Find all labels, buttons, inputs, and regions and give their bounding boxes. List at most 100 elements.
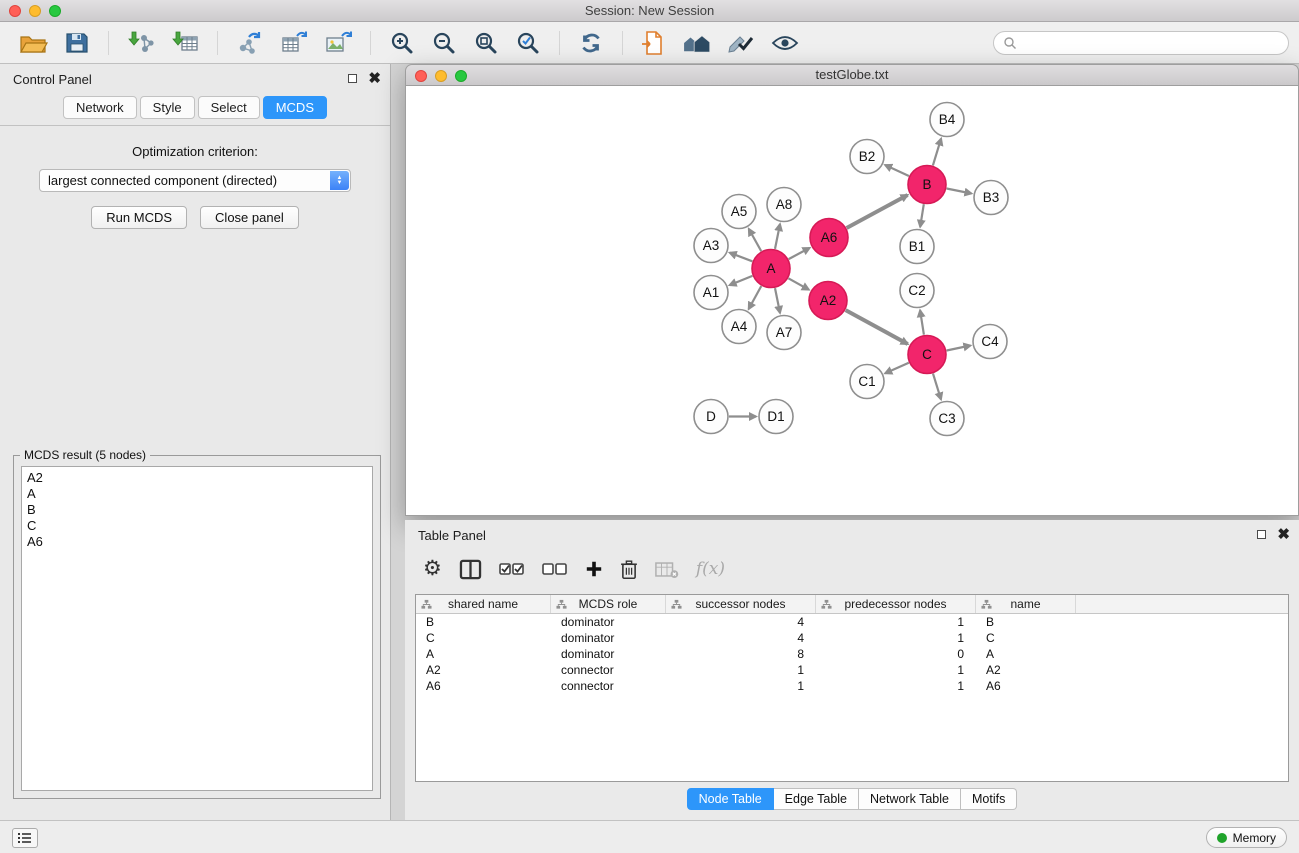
- node-A[interactable]: A: [752, 250, 790, 288]
- node-C1[interactable]: C1: [850, 365, 884, 399]
- mcds-result-item[interactable]: A: [27, 486, 367, 502]
- apply-layout-button[interactable]: [574, 26, 608, 60]
- node-B4[interactable]: B4: [930, 103, 964, 137]
- memory-button[interactable]: Memory: [1206, 827, 1287, 848]
- select-all-button[interactable]: [499, 562, 525, 576]
- node-C4[interactable]: C4: [973, 325, 1007, 359]
- tab-select[interactable]: Select: [198, 96, 260, 119]
- network-close-button[interactable]: [415, 70, 427, 82]
- node-B3[interactable]: B3: [974, 181, 1008, 215]
- node-A8[interactable]: A8: [767, 188, 801, 222]
- column-header-successor-nodes[interactable]: successor nodes: [666, 595, 816, 613]
- network-minimize-button[interactable]: [435, 70, 447, 82]
- save-session-button[interactable]: [60, 26, 94, 60]
- edge-B-B4[interactable]: [933, 139, 941, 166]
- delete-table-button[interactable]: [655, 560, 679, 579]
- open-document-button[interactable]: [637, 26, 669, 60]
- edge-A-A5[interactable]: [749, 229, 761, 251]
- node-B2[interactable]: B2: [850, 140, 884, 174]
- zoom-fit-button[interactable]: [469, 26, 503, 60]
- import-network-button[interactable]: [123, 26, 159, 60]
- edge-C-C1[interactable]: [885, 363, 909, 374]
- node-B[interactable]: B: [908, 166, 946, 204]
- edge-A-A1[interactable]: [730, 276, 753, 285]
- edge-B-B3[interactable]: [947, 189, 972, 194]
- tab-network-table[interactable]: Network Table: [859, 788, 961, 810]
- table-row[interactable]: Bdominator41B: [416, 614, 1288, 630]
- network-canvas[interactable]: AA1A2A3A4A5A6A7A8BB1B2B3B4CC1C2C3C4DD1: [405, 86, 1299, 516]
- edge-C-C2[interactable]: [920, 310, 924, 334]
- edge-B-B1[interactable]: [920, 204, 924, 227]
- add-column-button[interactable]: [585, 560, 603, 578]
- network-window-titlebar[interactable]: testGlobe.txt: [405, 64, 1299, 86]
- column-header-mcds-role[interactable]: MCDS role: [551, 595, 666, 613]
- edge-A-A6[interactable]: [789, 248, 810, 259]
- close-table-panel-icon[interactable]: ✖: [1277, 529, 1290, 540]
- tab-motifs[interactable]: Motifs: [961, 788, 1017, 810]
- node-A6[interactable]: A6: [810, 219, 848, 257]
- edge-A2-C[interactable]: [846, 310, 908, 344]
- show-graphics-details-button[interactable]: [767, 26, 803, 60]
- tab-network[interactable]: Network: [63, 96, 137, 119]
- validate-style-button[interactable]: [723, 26, 759, 60]
- mcds-result-item[interactable]: A6: [27, 534, 367, 550]
- zoom-selected-button[interactable]: [511, 26, 545, 60]
- function-builder-button[interactable]: f(x): [696, 559, 725, 579]
- tab-node-table[interactable]: Node Table: [687, 788, 774, 810]
- edge-A-A2[interactable]: [788, 278, 808, 289]
- deselect-all-button[interactable]: [542, 562, 568, 576]
- node-A1[interactable]: A1: [694, 276, 728, 310]
- criterion-dropdown[interactable]: largest connected component (directed) ▲…: [39, 169, 351, 192]
- node-C2[interactable]: C2: [900, 274, 934, 308]
- export-table-button[interactable]: [276, 26, 312, 60]
- show-columns-button[interactable]: [459, 559, 482, 580]
- table-row[interactable]: A2connector11A2: [416, 662, 1288, 678]
- column-header-shared-name[interactable]: shared name: [416, 595, 551, 613]
- close-panel-button[interactable]: Close panel: [200, 206, 299, 229]
- network-overview-button[interactable]: [677, 26, 715, 60]
- float-table-panel-icon[interactable]: [1257, 530, 1266, 539]
- close-panel-icon[interactable]: ✖: [368, 73, 381, 84]
- node-B1[interactable]: B1: [900, 230, 934, 264]
- edge-C-C4[interactable]: [947, 346, 971, 351]
- mcds-result-item[interactable]: A2: [27, 470, 367, 486]
- search-input[interactable]: [1022, 36, 1279, 50]
- network-zoom-button[interactable]: [455, 70, 467, 82]
- delete-column-button[interactable]: [620, 559, 638, 580]
- run-mcds-button[interactable]: Run MCDS: [91, 206, 187, 229]
- edge-A-A8[interactable]: [775, 224, 780, 249]
- node-C[interactable]: C: [908, 336, 946, 374]
- minimize-window-button[interactable]: [29, 5, 41, 17]
- node-D1[interactable]: D1: [759, 400, 793, 434]
- node-A3[interactable]: A3: [694, 229, 728, 263]
- export-image-button[interactable]: [320, 26, 356, 60]
- search-box[interactable]: [993, 31, 1289, 55]
- column-header-name[interactable]: name: [976, 595, 1076, 613]
- open-session-button[interactable]: [14, 26, 52, 60]
- table-row[interactable]: Adominator80A: [416, 646, 1288, 662]
- node-A4[interactable]: A4: [722, 310, 756, 344]
- edge-A-A7[interactable]: [775, 288, 780, 313]
- node-A7[interactable]: A7: [767, 316, 801, 350]
- mcds-result-list[interactable]: A2ABCA6: [21, 466, 373, 791]
- edge-B-B2[interactable]: [885, 165, 909, 176]
- column-header-predecessor-nodes[interactable]: predecessor nodes: [816, 595, 976, 613]
- node-A2[interactable]: A2: [809, 282, 847, 320]
- edge-A-A3[interactable]: [730, 253, 753, 262]
- close-window-button[interactable]: [9, 5, 21, 17]
- network-graph[interactable]: AA1A2A3A4A5A6A7A8BB1B2B3B4CC1C2C3C4DD1: [406, 86, 1298, 515]
- float-panel-icon[interactable]: [348, 74, 357, 83]
- tab-mcds[interactable]: MCDS: [263, 96, 327, 119]
- node-A5[interactable]: A5: [722, 195, 756, 229]
- table-row[interactable]: A6connector11A6: [416, 678, 1288, 694]
- zoom-out-button[interactable]: [427, 26, 461, 60]
- task-history-button[interactable]: [12, 828, 38, 848]
- table-row[interactable]: Cdominator41C: [416, 630, 1288, 646]
- mcds-result-item[interactable]: C: [27, 518, 367, 534]
- zoom-in-button[interactable]: [385, 26, 419, 60]
- tab-edge-table[interactable]: Edge Table: [774, 788, 859, 810]
- edge-A6-B[interactable]: [847, 195, 908, 228]
- edge-C-C3[interactable]: [933, 374, 941, 400]
- tab-style[interactable]: Style: [140, 96, 195, 119]
- edge-A-A4[interactable]: [749, 286, 762, 309]
